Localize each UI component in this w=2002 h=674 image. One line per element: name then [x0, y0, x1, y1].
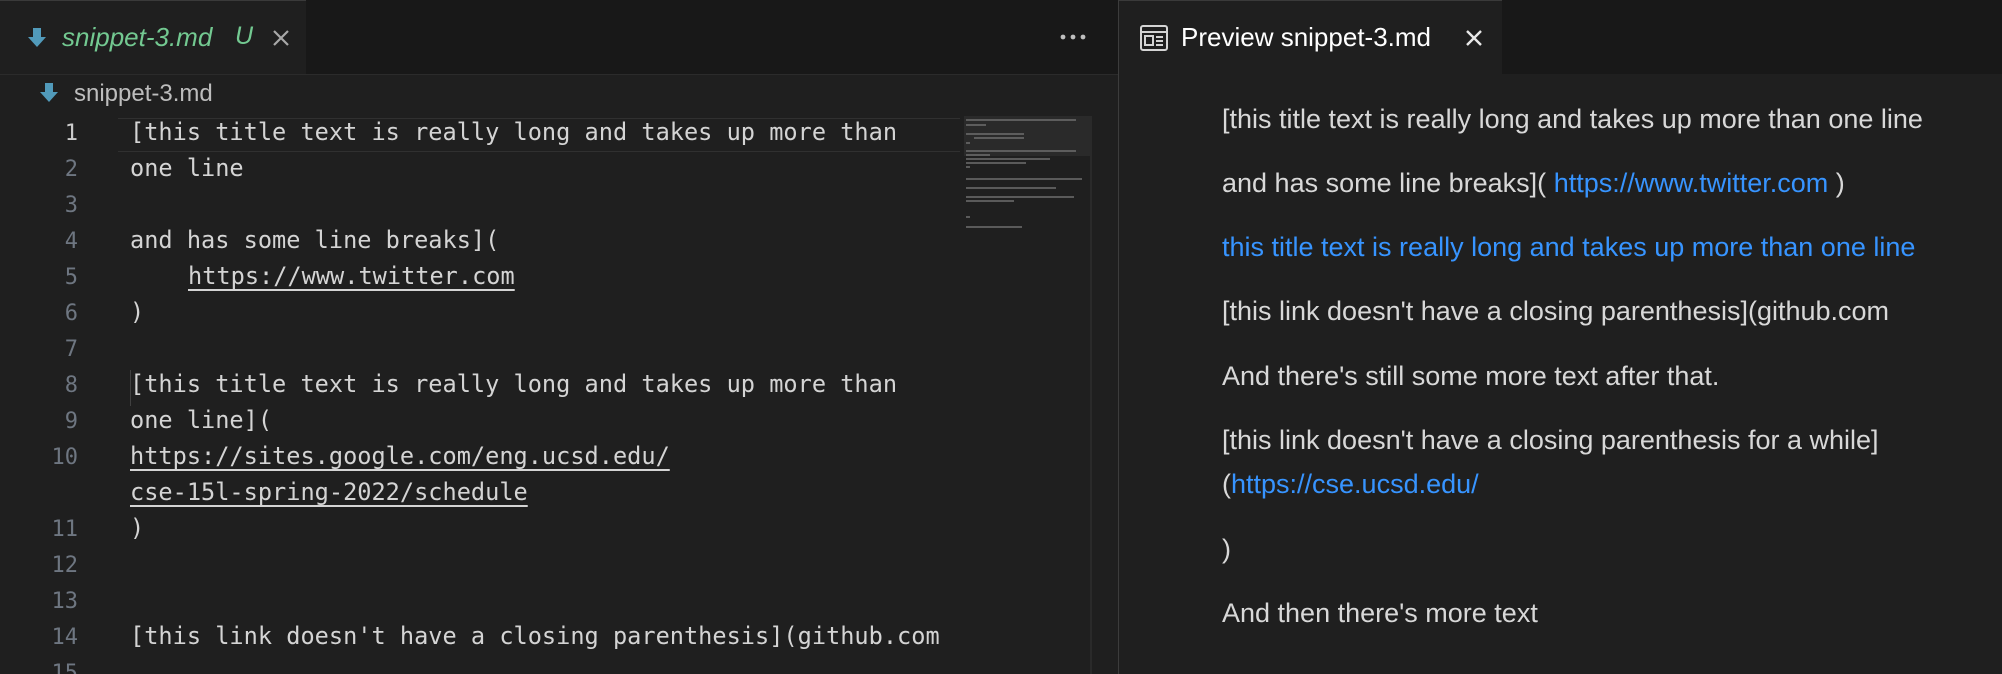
- preview-paragraph: and has some line breaks]( https://www.t…: [1222, 168, 1845, 199]
- line-number: 15: [51, 661, 79, 674]
- preview-paragraph: ): [1222, 534, 1231, 564]
- line-number: 13: [51, 589, 79, 614]
- preview-tab-title: Preview snippet-3.md: [1181, 22, 1431, 52]
- preview-text: ): [1835, 168, 1845, 198]
- line-number: 6: [64, 301, 78, 326]
- minimap-line: [966, 196, 1074, 198]
- minimap-line: [966, 226, 1022, 228]
- preview-paragraph: [this link doesn't have a closing parent…: [1222, 296, 1890, 326]
- preview-text: and has some line breaks](: [1222, 168, 1547, 198]
- minimap-line: [966, 124, 986, 126]
- close-icon[interactable]: [1461, 25, 1487, 51]
- close-icon[interactable]: [268, 25, 294, 51]
- minimap-line: [966, 154, 990, 156]
- preview-paragraph: And then there's more text: [1222, 598, 1538, 628]
- editor-scrollbar[interactable]: [1090, 116, 1092, 674]
- markdown-icon: [40, 83, 58, 102]
- code-editor[interactable]: 1 [this title text is really long and ta…: [0, 117, 960, 674]
- code-line[interactable]: and has some line breaks](: [130, 226, 499, 254]
- minimap-line: [966, 178, 1082, 180]
- preview-text: (: [1222, 469, 1231, 499]
- code-line-url-wrapped[interactable]: cse-15l-spring-2022/schedule: [130, 478, 528, 506]
- line-number: 2: [64, 157, 78, 182]
- code-line-url[interactable]: https://sites.google.com/eng.ucsd.edu/: [130, 442, 670, 470]
- preview-paragraph: (https://cse.ucsd.edu/: [1222, 469, 1479, 500]
- line-number: 10: [51, 445, 79, 470]
- twitter-link[interactable]: https://www.twitter.com: [1554, 168, 1829, 198]
- code-line[interactable]: ): [130, 298, 144, 326]
- line-number: 5: [64, 265, 78, 290]
- line-number: 3: [64, 193, 78, 218]
- minimap-line: [966, 200, 1014, 202]
- line-number: 8: [64, 373, 78, 398]
- code-line[interactable]: one line](: [130, 406, 272, 434]
- preview-paragraph: [this link doesn't have a closing parent…: [1222, 425, 1879, 455]
- code-line[interactable]: [this title text is really long and take…: [130, 118, 897, 146]
- minimap-line: [966, 133, 1024, 135]
- minimap-line: [974, 137, 1024, 139]
- more-actions-ellipsis-icon[interactable]: [1058, 22, 1088, 52]
- line-number: 11: [51, 517, 79, 542]
- git-status-badge: U: [235, 22, 254, 50]
- minimap-line: [966, 187, 1056, 189]
- preview-paragraph: [this title text is really long and take…: [1222, 104, 1923, 134]
- minimap-line: [966, 119, 1076, 121]
- cse-ucsd-link[interactable]: https://cse.ucsd.edu/: [1231, 469, 1479, 499]
- code-line[interactable]: ): [130, 514, 144, 542]
- open-preview-icon: [1140, 25, 1168, 51]
- code-line[interactable]: [this title text is really long and take…: [130, 370, 897, 398]
- code-line[interactable]: [this link doesn't have a closing parent…: [130, 622, 940, 650]
- minimap-line: [966, 142, 970, 144]
- minimap[interactable]: [964, 116, 1090, 674]
- title-link[interactable]: this title text is really long and takes…: [1222, 232, 1915, 263]
- minimap-line: [966, 158, 1050, 160]
- line-number: 12: [51, 553, 79, 578]
- code-line[interactable]: one line: [130, 154, 244, 182]
- preview-tab-bar: Preview snippet-3.md: [1119, 0, 2002, 74]
- editor-tab-bar: snippet-3.md U: [0, 0, 1118, 75]
- minimap-line: [966, 150, 1076, 152]
- minimap-line: [966, 166, 970, 168]
- preview-pane: Preview snippet-3.md [this title text is…: [1119, 0, 2002, 674]
- line-number: 4: [64, 229, 78, 254]
- line-number: 7: [64, 337, 78, 362]
- editor-pane: snippet-3.md U snippet-3.md 1 [this titl…: [0, 0, 1118, 674]
- code-line-url[interactable]: https://www.twitter.com: [188, 262, 515, 290]
- breadcrumb[interactable]: snippet-3.md: [0, 74, 1118, 116]
- preview-tab[interactable]: Preview snippet-3.md: [1119, 0, 1502, 74]
- editor-tab-snippet-3[interactable]: snippet-3.md U: [0, 0, 306, 74]
- preview-paragraph: And there's still some more text after t…: [1222, 361, 1720, 391]
- line-number: 14: [51, 625, 79, 650]
- line-number: 1: [64, 121, 78, 146]
- editor-tab-filename: snippet-3.md: [62, 22, 213, 52]
- breadcrumb-filename[interactable]: snippet-3.md: [74, 80, 213, 108]
- minimap-line: [966, 162, 1026, 164]
- markdown-icon: [28, 28, 46, 47]
- line-number: 9: [64, 409, 78, 434]
- minimap-line: [966, 216, 970, 218]
